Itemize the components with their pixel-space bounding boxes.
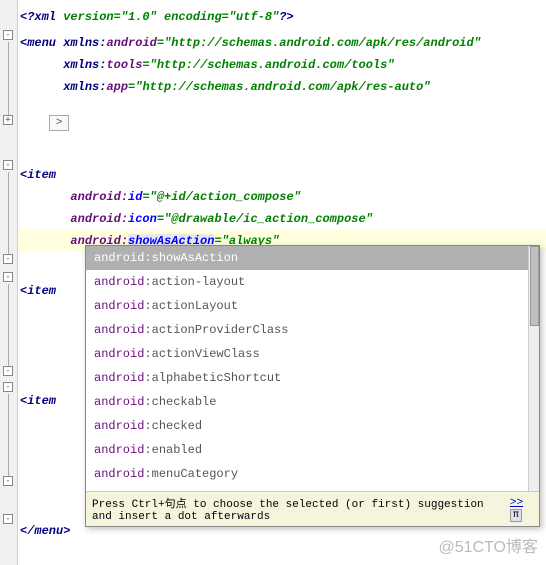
autocomplete-item[interactable]: android:alphabeticShortcut xyxy=(86,366,539,390)
code-line xyxy=(18,134,546,164)
fold-icon[interactable]: - xyxy=(3,272,13,282)
fold-icon[interactable]: - xyxy=(3,514,13,524)
autocomplete-item[interactable]: android:numericShortcut xyxy=(86,486,539,491)
fold-icon[interactable]: - xyxy=(3,476,13,486)
autocomplete-item[interactable]: android:checked xyxy=(86,414,539,438)
hint-text: Press Ctrl+句点 to choose the selected (or… xyxy=(92,495,510,523)
code-line: <item xyxy=(18,164,546,186)
fold-icon[interactable]: - xyxy=(3,382,13,392)
code-line: <?xml version="1.0" encoding="utf-8"?> xyxy=(18,6,546,28)
code-line: android:id="@+id/action_compose" xyxy=(18,186,546,208)
autocomplete-item[interactable]: android:enabled xyxy=(86,438,539,462)
code-line: android:icon="@drawable/ic_action_compos… xyxy=(18,208,546,230)
scrollbar[interactable] xyxy=(528,246,539,491)
fold-icon[interactable]: - xyxy=(3,254,13,264)
autocomplete-item[interactable]: android:action-layout xyxy=(86,270,539,294)
hint-link[interactable]: >> xyxy=(510,497,523,509)
code-area[interactable]: <?xml version="1.0" encoding="utf-8"?> <… xyxy=(18,0,546,565)
fold-icon[interactable]: + xyxy=(3,115,13,125)
folded-region[interactable]: > xyxy=(49,115,70,131)
watermark: @51CTO博客 xyxy=(438,533,538,557)
code-editor: - + - - - - - - - <?xml version="1.0" en… xyxy=(0,0,546,565)
autocomplete-item[interactable]: android:menuCategory xyxy=(86,462,539,486)
fold-icon[interactable]: - xyxy=(3,366,13,376)
autocomplete-list: android:showAsAction android:action-layo… xyxy=(86,246,539,491)
autocomplete-item[interactable]: android:actionViewClass xyxy=(86,342,539,366)
code-line xyxy=(18,98,546,112)
autocomplete-item[interactable]: android:checkable xyxy=(86,390,539,414)
autocomplete-hint: Press Ctrl+句点 to choose the selected (or… xyxy=(86,491,539,526)
autocomplete-item[interactable]: android:actionProviderClass xyxy=(86,318,539,342)
scrollbar-thumb[interactable] xyxy=(530,246,539,326)
fold-icon[interactable]: - xyxy=(3,160,13,170)
code-line: xmlns:tools="http://schemas.android.com/… xyxy=(18,54,546,76)
code-line: xmlns:app="http://schemas.android.com/ap… xyxy=(18,76,546,98)
autocomplete-popup: android:showAsAction android:action-layo… xyxy=(85,245,540,527)
fold-icon[interactable]: - xyxy=(3,30,13,40)
gutter: - + - - - - - - - xyxy=(0,0,18,565)
pi-icon[interactable]: π xyxy=(510,509,522,522)
autocomplete-item[interactable]: android:actionLayout xyxy=(86,294,539,318)
code-line: > xyxy=(18,112,546,134)
code-line: <menu xmlns:android="http://schemas.andr… xyxy=(18,32,546,54)
autocomplete-item[interactable]: android:showAsAction xyxy=(86,246,539,270)
